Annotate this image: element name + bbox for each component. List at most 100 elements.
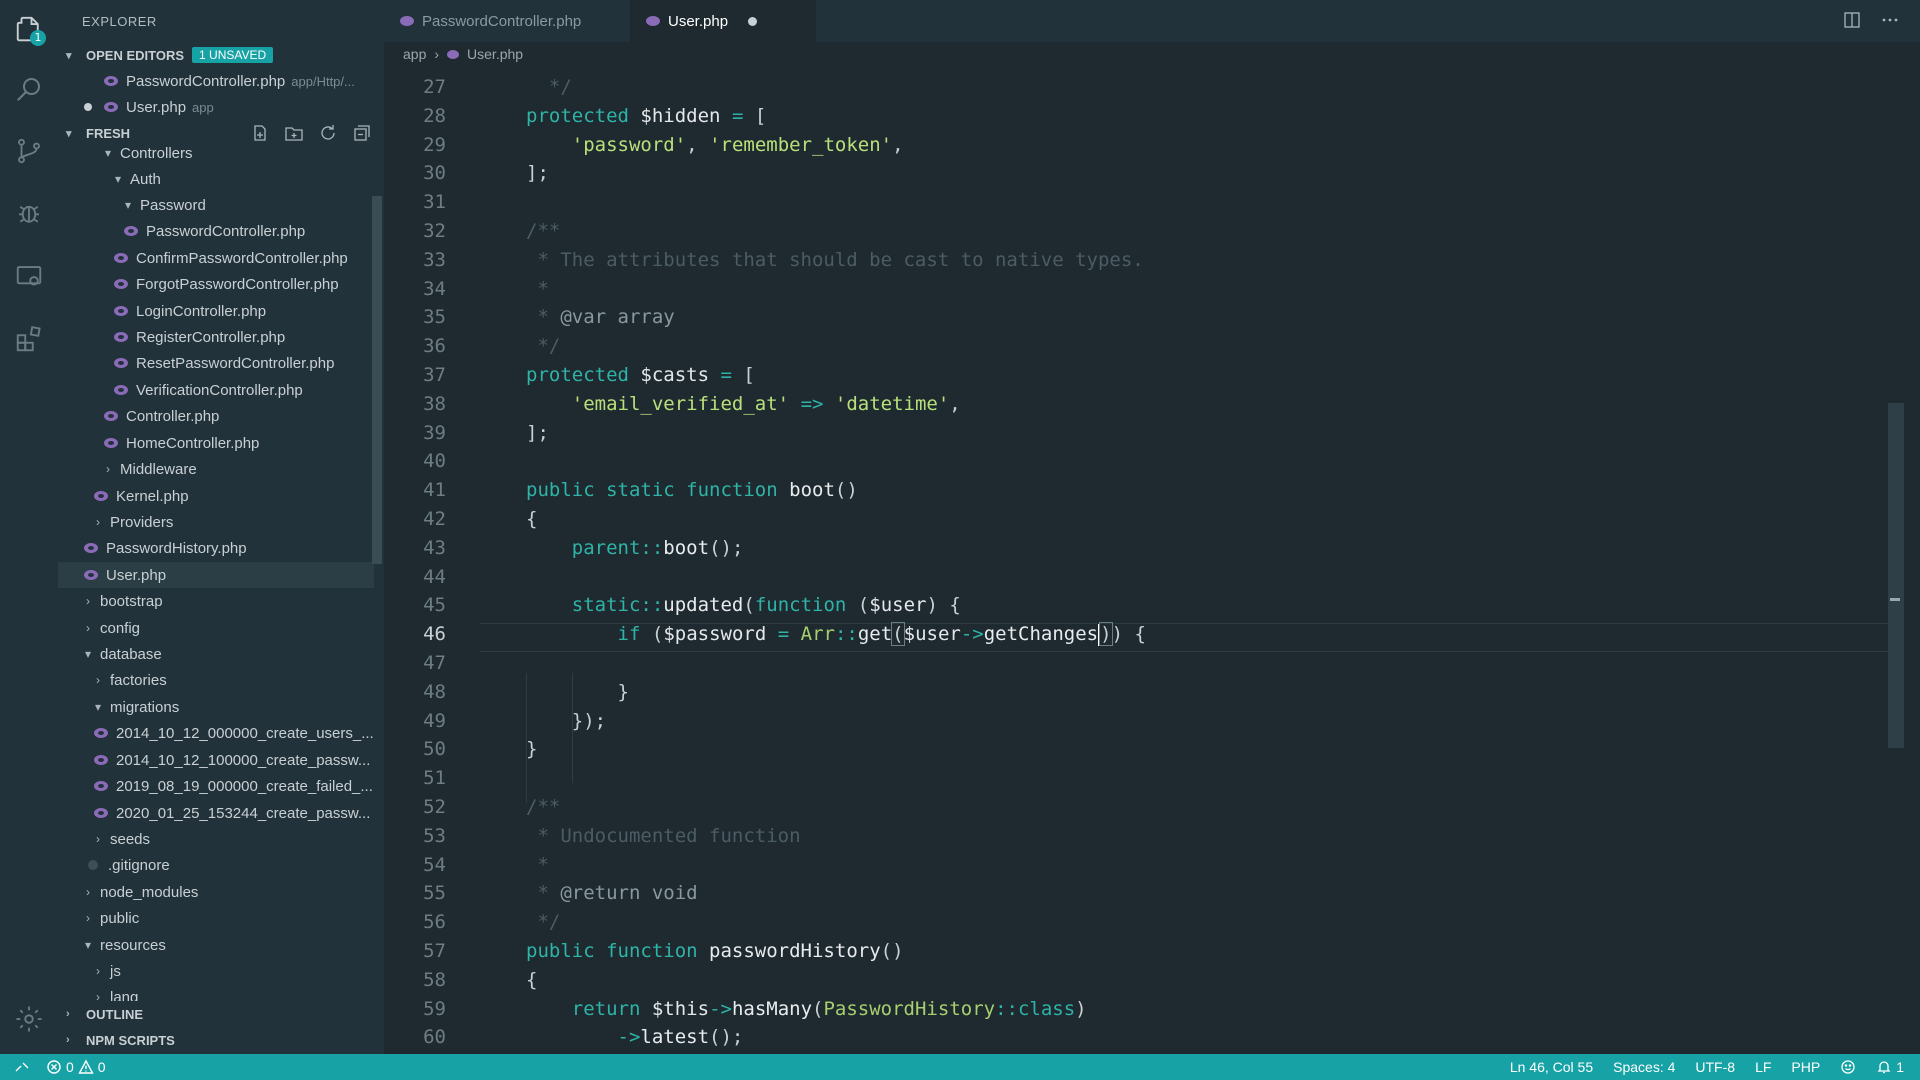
- tree-label: resources: [100, 936, 166, 954]
- php-file-icon: [114, 332, 128, 342]
- feedback-smiley-icon[interactable]: [1840, 1059, 1856, 1075]
- tree-folder[interactable]: ▾ Auth: [58, 166, 374, 192]
- line-number: 34: [423, 277, 446, 300]
- line-number: 52: [423, 796, 446, 818]
- tree-folder[interactable]: › factories: [58, 667, 374, 693]
- settings-gear-icon[interactable]: [14, 1004, 44, 1034]
- line-number: 30: [423, 162, 446, 185]
- tree-file[interactable]: ForgotPasswordController.php: [58, 271, 374, 297]
- tab-password-controller[interactable]: PasswordController.php: [384, 0, 630, 42]
- remote-explorer-icon[interactable]: [14, 262, 44, 292]
- tree-file[interactable]: PasswordHistory.php: [58, 535, 374, 561]
- tree-file[interactable]: Kernel.php: [58, 483, 374, 509]
- remote-icon[interactable]: [14, 1059, 30, 1075]
- tree-file[interactable]: HomeController.php: [58, 430, 374, 456]
- tree-label: Auth: [130, 170, 161, 188]
- tree-folder[interactable]: › seeds: [58, 826, 374, 852]
- current-line: 46 if ($password = Arr::get($user->getCh…: [384, 622, 1904, 652]
- open-editor-item[interactable]: PasswordController.php app/Http/...: [58, 68, 374, 94]
- tab-user[interactable]: User.php: [630, 0, 816, 42]
- chevron-right-icon: ›: [96, 515, 100, 529]
- extensions-icon[interactable]: [14, 324, 44, 354]
- language-mode[interactable]: PHP: [1791, 1059, 1820, 1075]
- tree-label: HomeController.php: [126, 434, 260, 452]
- problems-indicator[interactable]: 0 0: [46, 1059, 106, 1075]
- debug-icon[interactable]: [14, 198, 44, 228]
- tree-file[interactable]: 2014_10_12_100000_create_passw...: [58, 747, 374, 773]
- chevron-right-icon: ›: [66, 1034, 70, 1046]
- tree-label: ResetPasswordController.php: [136, 354, 335, 372]
- tree-label: PasswordHistory.php: [106, 539, 247, 557]
- indentation[interactable]: Spaces: 4: [1613, 1059, 1675, 1075]
- code-line: ];: [526, 162, 549, 185]
- tree-file[interactable]: 2014_10_12_000000_create_users_...: [58, 720, 374, 746]
- tree-file[interactable]: VerificationController.php: [58, 377, 374, 403]
- tree-folder[interactable]: › Middleware: [58, 456, 374, 482]
- search-icon[interactable]: [14, 74, 44, 104]
- tree-folder[interactable]: ▾ Password: [58, 192, 374, 218]
- open-editors-header[interactable]: ▾ OPEN EDITORS 1 UNSAVED: [58, 42, 384, 68]
- php-file-icon: [94, 491, 108, 501]
- tree-file[interactable]: RegisterController.php: [58, 324, 374, 350]
- line-number: 56: [423, 911, 446, 934]
- notifications[interactable]: 1: [1876, 1059, 1904, 1075]
- code-line: protected $casts = [: [526, 364, 755, 386]
- breadcrumb-folder[interactable]: app: [403, 46, 426, 62]
- code-line: return $this->hasMany(PasswordHistory::c…: [571, 997, 1087, 1020]
- tree-folder[interactable]: › node_modules: [58, 879, 374, 905]
- breadcrumb-file[interactable]: User.php: [467, 46, 523, 62]
- tree-file[interactable]: Controller.php: [58, 403, 374, 429]
- tree-label: 2020_01_25_153244_create_passw...: [116, 804, 371, 822]
- tree-label: LoginController.php: [136, 302, 267, 320]
- encoding[interactable]: UTF-8: [1695, 1059, 1735, 1075]
- tab-bar: PasswordController.php User.php: [384, 0, 1920, 42]
- tree-label: Middleware: [120, 460, 197, 478]
- warning-count: 0: [97, 1059, 106, 1075]
- code-line: {: [526, 508, 538, 530]
- code-editor[interactable]: 27 */ 28 protected $hidden = [ 29 'passwo…: [384, 68, 1904, 1054]
- source-control-icon[interactable]: [14, 136, 44, 166]
- line-number: 35: [423, 306, 446, 329]
- error-icon: [46, 1059, 62, 1075]
- code-line: * Undocumented function: [526, 824, 801, 847]
- tree-folder[interactable]: › Providers: [58, 509, 374, 535]
- tree-label: js: [110, 962, 121, 980]
- sidebar-scrollbar[interactable]: [372, 196, 382, 564]
- line-number: 47: [423, 652, 446, 674]
- tree-folder[interactable]: › public: [58, 905, 374, 931]
- end-of-line[interactable]: LF: [1755, 1059, 1771, 1075]
- more-actions-icon[interactable]: [1880, 10, 1900, 30]
- unsaved-dot-icon[interactable]: [748, 16, 758, 26]
- tree-folder[interactable]: › bootstrap: [58, 588, 374, 614]
- project-label: FRESH: [86, 125, 131, 141]
- editor-actions: [1842, 10, 1900, 30]
- tree-file[interactable]: ConfirmPasswordController.php: [58, 245, 374, 271]
- tree-file[interactable]: .gitignore: [58, 852, 374, 878]
- code-line: ];: [526, 421, 549, 444]
- tree-file[interactable]: PasswordController.php: [58, 218, 374, 244]
- chevron-down-icon: ▾: [124, 198, 132, 212]
- tree-file-selected[interactable]: User.php: [58, 562, 374, 588]
- tree-folder[interactable]: ▾ database: [58, 641, 374, 667]
- tree-file[interactable]: 2019_08_19_000000_create_failed_...: [58, 773, 374, 799]
- editor-scrollbar[interactable]: [1888, 403, 1904, 748]
- php-file-icon: [447, 49, 460, 59]
- tree-folder[interactable]: › js: [58, 958, 374, 984]
- line-number: 59: [423, 997, 446, 1020]
- tree-file[interactable]: ResetPasswordController.php: [58, 350, 374, 376]
- tree-folder[interactable]: ▾ resources: [58, 932, 374, 958]
- cursor-position[interactable]: Ln 46, Col 55: [1510, 1059, 1593, 1075]
- outline-header[interactable]: › OUTLINE: [58, 1001, 384, 1027]
- line-number: 42: [423, 508, 446, 530]
- line-number: 50: [423, 738, 446, 761]
- tree-file[interactable]: LoginController.php: [58, 298, 374, 324]
- tree-folder[interactable]: ▾ migrations: [58, 694, 374, 720]
- open-editor-item[interactable]: User.php app: [58, 94, 374, 120]
- npm-scripts-header[interactable]: › NPM SCRIPTS: [58, 1027, 384, 1053]
- code-line: * @var array: [526, 306, 675, 329]
- tree-folder[interactable]: › config: [58, 615, 374, 641]
- tree-folder[interactable]: ▾ Controllers: [58, 140, 374, 166]
- tree-file[interactable]: 2020_01_25_153244_create_passw...: [58, 800, 374, 826]
- warning-icon: [78, 1059, 94, 1075]
- split-editor-icon[interactable]: [1842, 10, 1862, 30]
